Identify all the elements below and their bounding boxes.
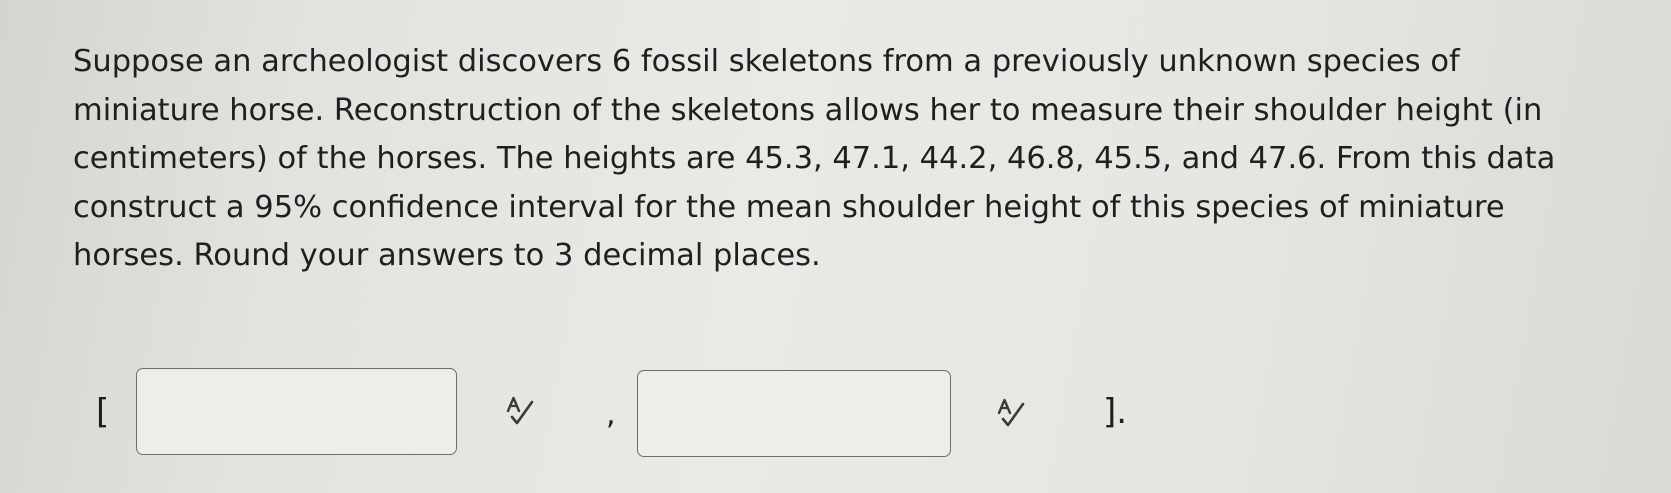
spell-check-icon[interactable] <box>504 394 538 428</box>
open-bracket: [ <box>96 392 110 432</box>
upper-bound-input[interactable] <box>637 370 951 457</box>
spell-check-icon-graphic <box>997 398 1025 427</box>
confidence-interval-answer: [ , ]. <box>0 0 1671 493</box>
close-bracket: ]. <box>1103 392 1128 432</box>
lower-bound-input[interactable] <box>136 368 457 455</box>
interval-separator: , <box>606 397 616 432</box>
spell-check-icon[interactable] <box>995 396 1029 430</box>
spell-check-icon-graphic <box>506 396 534 425</box>
